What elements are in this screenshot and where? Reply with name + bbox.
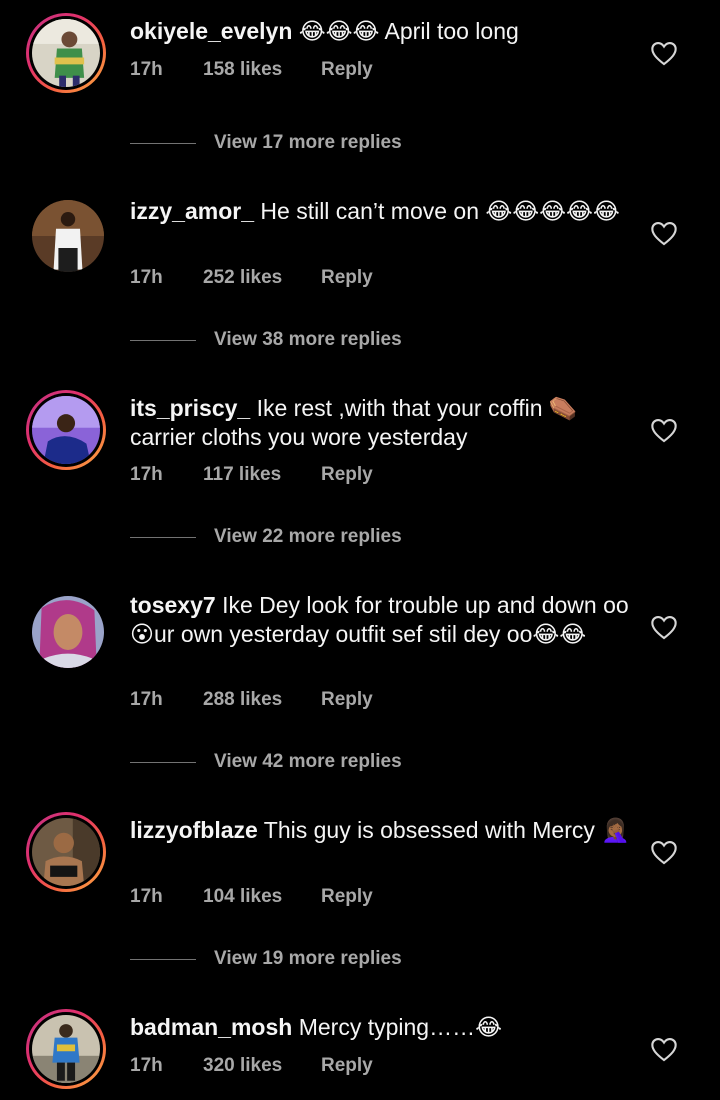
view-more-replies[interactable]: View 19 more replies: [130, 948, 402, 972]
reply-button[interactable]: Reply: [321, 464, 373, 486]
comment-text: He still can’t move on 😂😂😂😂😂: [260, 198, 620, 224]
comment-text: Mercy typing……😂: [298, 1014, 502, 1040]
comment-time: 17h: [130, 689, 163, 710]
comment-username[interactable]: its_priscy_: [130, 395, 250, 421]
avatar[interactable]: [26, 1009, 106, 1089]
comment-time: 17h: [130, 59, 163, 80]
avatar[interactable]: [32, 200, 104, 272]
comment-text: This guy is obsessed with Mercy 🤦🏾‍♀️: [263, 817, 630, 843]
replies-divider: [130, 761, 196, 763]
like-heart-icon[interactable]: [650, 417, 678, 443]
comment-likes[interactable]: 320 likes: [203, 1055, 321, 1077]
replies-divider: [130, 958, 196, 960]
replies-divider: [130, 536, 196, 538]
comment-username[interactable]: lizzyofblaze: [130, 817, 258, 843]
avatar[interactable]: [26, 13, 106, 93]
reply-button[interactable]: Reply: [321, 886, 373, 908]
comment-time: 17h: [130, 886, 163, 907]
comment-time: 17h: [130, 464, 163, 485]
like-heart-icon[interactable]: [650, 220, 678, 246]
comment-likes[interactable]: 158 likes: [203, 59, 321, 81]
comment-likes[interactable]: 104 likes: [203, 886, 321, 908]
like-heart-icon[interactable]: [650, 40, 678, 66]
comment-time: 17h: [130, 1055, 163, 1076]
avatar[interactable]: [26, 390, 106, 470]
comment-username[interactable]: tosexy7: [130, 592, 216, 618]
view-more-replies[interactable]: View 42 more replies: [130, 751, 402, 775]
view-more-replies[interactable]: View 17 more replies: [130, 132, 402, 156]
comment-time: 17h: [130, 267, 163, 288]
reply-button[interactable]: Reply: [321, 689, 373, 711]
replies-divider: [130, 339, 196, 341]
view-more-replies[interactable]: View 22 more replies: [130, 526, 402, 550]
comment-username[interactable]: izzy_amor_: [130, 198, 254, 224]
reply-button[interactable]: Reply: [321, 267, 373, 289]
like-heart-icon[interactable]: [650, 614, 678, 640]
comment-likes[interactable]: 288 likes: [203, 689, 321, 711]
comment-username[interactable]: badman_mosh: [130, 1014, 292, 1040]
comment-username[interactable]: okiyele_evelyn: [130, 18, 292, 44]
comment-text: 😂😂😂 April too long: [298, 18, 519, 44]
avatar[interactable]: [26, 812, 106, 892]
comment-likes[interactable]: 252 likes: [203, 267, 321, 289]
comment-likes[interactable]: 117 likes: [203, 464, 321, 486]
like-heart-icon[interactable]: [650, 1036, 678, 1062]
replies-divider: [130, 142, 196, 144]
like-heart-icon[interactable]: [650, 839, 678, 865]
view-more-replies[interactable]: View 38 more replies: [130, 329, 402, 353]
reply-button[interactable]: Reply: [321, 1055, 373, 1077]
reply-button[interactable]: Reply: [321, 59, 373, 81]
avatar[interactable]: [32, 596, 104, 668]
